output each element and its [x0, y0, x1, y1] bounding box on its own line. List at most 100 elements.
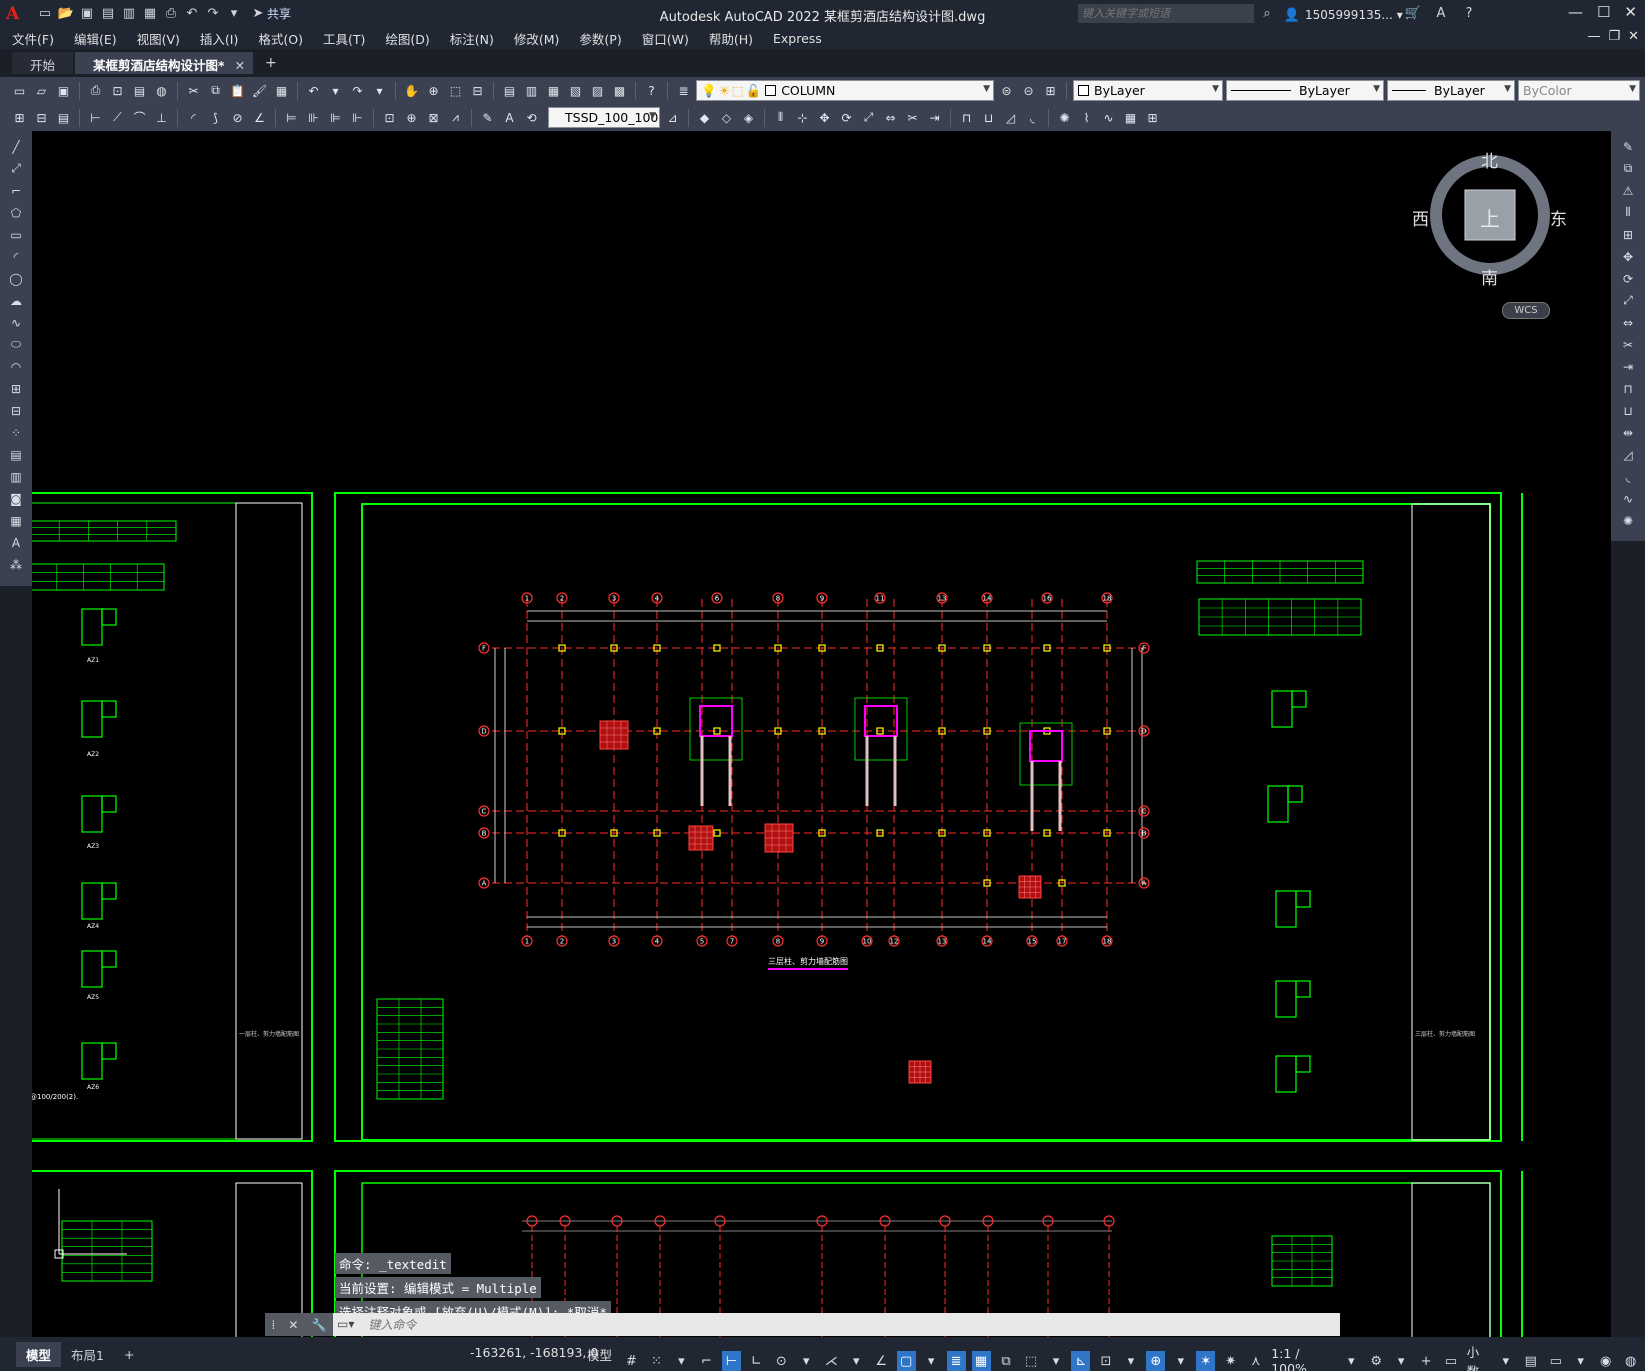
- point-icon[interactable]: ⁘: [6, 423, 26, 442]
- copy-object-icon[interactable]: ◇: [717, 108, 736, 127]
- zoom-previous-icon[interactable]: ⊟: [468, 81, 487, 100]
- minimize-icon[interactable]: —: [1568, 3, 1583, 21]
- construction-line-icon[interactable]: ⤢: [6, 159, 26, 178]
- linear-dim-icon[interactable]: ⊢: [86, 108, 105, 127]
- dim-update-icon[interactable]: ⟲: [522, 108, 541, 127]
- menu-express[interactable]: Express: [773, 31, 822, 46]
- calculator-icon[interactable]: ▩: [610, 81, 629, 100]
- pan-icon[interactable]: ✋: [402, 81, 421, 100]
- menu-draw[interactable]: 绘图(D): [385, 29, 429, 48]
- jogged-linear-icon[interactable]: ⩘: [446, 108, 465, 127]
- dim-space-icon[interactable]: ⊩: [348, 108, 367, 127]
- menu-dimension[interactable]: 标注(N): [450, 29, 494, 48]
- properties-icon[interactable]: ▤: [500, 81, 519, 100]
- doc-restore-icon[interactable]: ❐: [1608, 29, 1620, 44]
- menu-tools[interactable]: 工具(T): [323, 29, 365, 48]
- undo-icon[interactable]: ↶: [304, 81, 323, 100]
- make-block-icon[interactable]: ⊟: [6, 401, 26, 420]
- chevron-down-icon[interactable]: ▾: [797, 1351, 816, 1371]
- layer-previous-icon[interactable]: ⊝: [1019, 81, 1038, 100]
- menu-help[interactable]: 帮助(H): [709, 29, 753, 48]
- selection-filter-icon[interactable]: ⊡: [1096, 1351, 1115, 1371]
- units-display[interactable]: 小数: [1467, 1342, 1491, 1371]
- add-selected-icon[interactable]: ⁂: [6, 555, 26, 574]
- plot-icon[interactable]: ⎙: [86, 81, 105, 100]
- selection-cycling-icon[interactable]: ⧉: [997, 1351, 1016, 1371]
- linetype-dropdown[interactable]: ByLayer ▼: [1226, 80, 1384, 101]
- plot-icon[interactable]: ▦: [141, 5, 159, 23]
- color-dropdown[interactable]: ByLayer ▼: [1073, 80, 1223, 101]
- annotation-visibility-icon[interactable]: ✶: [1196, 1351, 1216, 1371]
- polar-icon[interactable]: ⊙: [772, 1351, 791, 1371]
- doc-close-icon[interactable]: ✕: [1628, 29, 1639, 44]
- copy-icon[interactable]: ⧉: [1618, 159, 1638, 178]
- stretch-icon[interactable]: ⇔: [881, 108, 900, 127]
- trim-icon[interactable]: ✂: [903, 108, 922, 127]
- menu-view[interactable]: 视图(V): [137, 29, 180, 48]
- user-account[interactable]: 👤 1505999135... ▾: [1283, 6, 1403, 24]
- open-icon[interactable]: ▱: [32, 81, 51, 100]
- lineweight-dropdown[interactable]: ByLayer ▼: [1387, 80, 1515, 101]
- dynamic-input-icon[interactable]: ⊢: [721, 1351, 741, 1371]
- hatch-icon[interactable]: ▤: [6, 445, 26, 464]
- trim-icon[interactable]: ✂: [1618, 335, 1638, 354]
- fillet-icon[interactable]: ◟: [1618, 467, 1638, 486]
- annotation-monitor-icon[interactable]: +: [1417, 1351, 1436, 1371]
- make-current-layer-icon[interactable]: ⊜: [997, 81, 1016, 100]
- undo-dropdown-icon[interactable]: ▾: [326, 81, 345, 100]
- viewcube[interactable]: 北 南 西 东 上: [1410, 145, 1585, 320]
- doc-minimize-icon[interactable]: —: [1587, 29, 1600, 44]
- copy-icon[interactable]: ⧉: [206, 81, 225, 100]
- tab-start[interactable]: 开始: [12, 52, 74, 74]
- chevron-down-icon[interactable]: ▾: [1121, 1351, 1140, 1371]
- save-icon[interactable]: ▣: [54, 81, 73, 100]
- chevron-down-icon[interactable]: ▾: [1046, 1351, 1065, 1371]
- cart-icon[interactable]: 🛒: [1404, 4, 1422, 22]
- join-icon[interactable]: ⇹: [1618, 423, 1638, 442]
- redo-dropdown-icon[interactable]: ▾: [370, 81, 389, 100]
- rectangle-icon[interactable]: ▭: [6, 225, 26, 244]
- auto-scale-icon[interactable]: ✷: [1221, 1351, 1240, 1371]
- dim-edit-icon[interactable]: ✎: [478, 108, 497, 127]
- close-icon[interactable]: ✕: [1624, 3, 1637, 21]
- ordinate-dim-icon[interactable]: ⊥: [152, 108, 171, 127]
- object-snap-tracking-icon[interactable]: ∠: [872, 1351, 891, 1371]
- arc-icon[interactable]: ◜: [6, 247, 26, 266]
- edit-spline-icon[interactable]: ∿: [1099, 108, 1118, 127]
- viewcube-top-face[interactable]: 上: [1480, 203, 1500, 232]
- dynamic-ucs-icon[interactable]: ⊾: [1071, 1351, 1091, 1371]
- help-icon[interactable]: ?: [1460, 4, 1478, 22]
- maximize-icon[interactable]: ☐: [1597, 3, 1610, 21]
- diameter-dim-icon[interactable]: ⊘: [228, 108, 247, 127]
- preview-icon[interactable]: ⊡: [108, 81, 127, 100]
- lock-ui-icon[interactable]: ▭: [1546, 1351, 1565, 1371]
- menu-window[interactable]: 窗口(W): [642, 29, 689, 48]
- match-properties-icon[interactable]: 🖌: [250, 81, 269, 100]
- autocad-logo-icon[interactable]: A: [6, 4, 26, 24]
- close-icon[interactable]: ✕: [288, 1318, 298, 1332]
- array-icon[interactable]: ⊞: [1618, 225, 1638, 244]
- stretch-icon[interactable]: ⇔: [1618, 313, 1638, 332]
- viewcube-east[interactable]: 东: [1550, 205, 1567, 230]
- sheet-set-icon[interactable]: ▧: [566, 81, 585, 100]
- array-icon[interactable]: ⊹: [793, 108, 812, 127]
- extend-icon[interactable]: ⇥: [1618, 357, 1638, 376]
- chevron-down-icon[interactable]: ▾: [1171, 1351, 1190, 1371]
- gizmo-icon[interactable]: ⊕: [1146, 1351, 1166, 1371]
- arc-length-icon[interactable]: ⌒: [130, 108, 149, 127]
- lineweight-icon[interactable]: ≣: [946, 1351, 966, 1371]
- quick-properties-icon[interactable]: ▤: [1521, 1351, 1540, 1371]
- dim-style-icon[interactable]: ⊿: [663, 108, 682, 127]
- rotate-icon[interactable]: ⟳: [1618, 269, 1638, 288]
- object-snap-icon[interactable]: ▢: [896, 1351, 916, 1371]
- block-editor-icon[interactable]: ▦: [272, 81, 291, 100]
- open-file-icon[interactable]: 📂: [57, 5, 75, 23]
- wrench-icon[interactable]: 🔧: [312, 1318, 327, 1332]
- chevron-down-icon[interactable]: ▾: [1496, 1351, 1515, 1371]
- continue-dim-icon[interactable]: ⊫: [326, 108, 345, 127]
- menu-format[interactable]: 格式(O): [258, 29, 303, 48]
- markup-icon[interactable]: ▨: [588, 81, 607, 100]
- baseline-dim-icon[interactable]: ⊪: [304, 108, 323, 127]
- erase-icon[interactable]: ✎: [1618, 137, 1638, 156]
- undo-icon[interactable]: ↶: [183, 5, 201, 23]
